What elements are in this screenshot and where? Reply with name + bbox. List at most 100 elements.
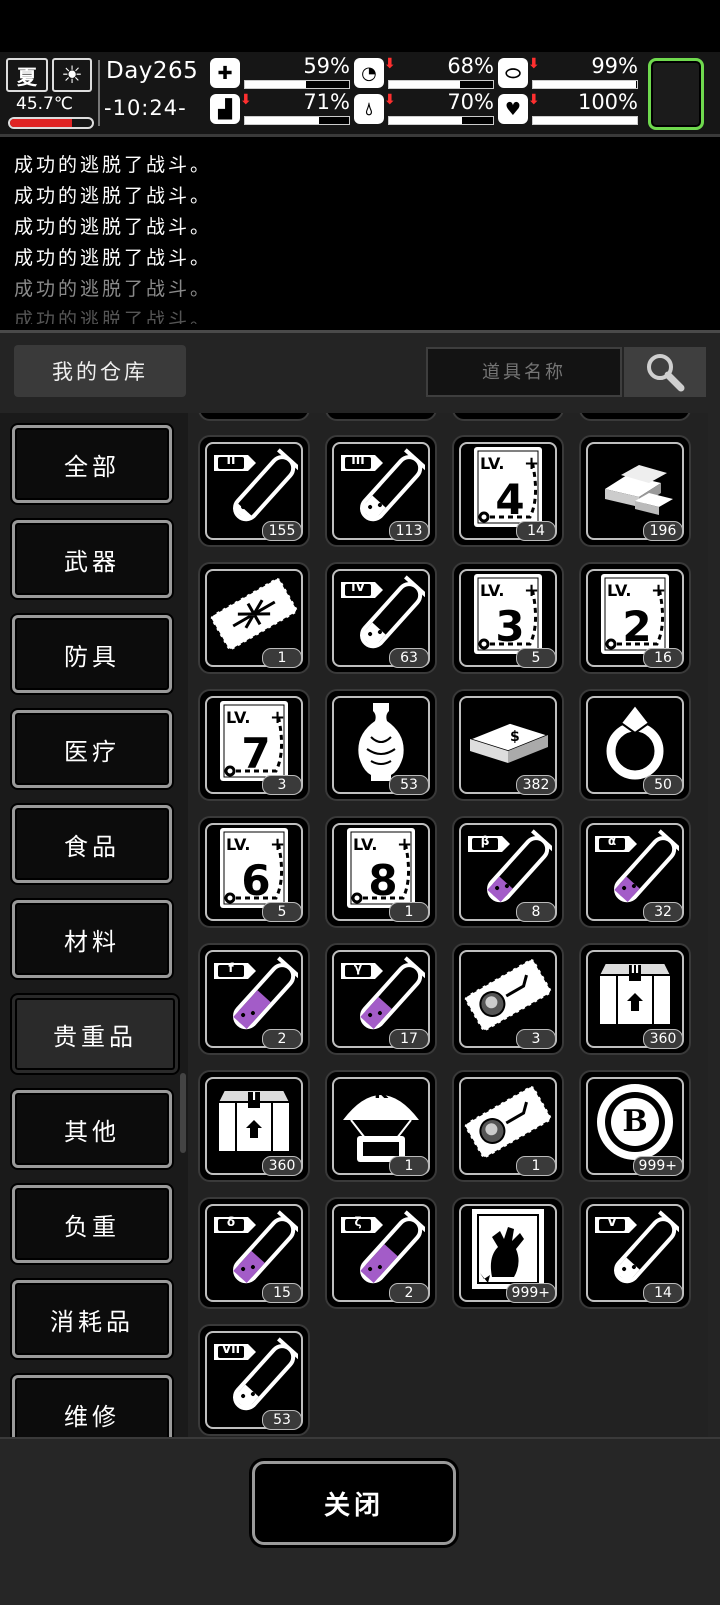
- log-line: 成功的逃脱了战斗。: [14, 154, 213, 176]
- item-slot[interactable]: K 1: [325, 1070, 437, 1182]
- item-tag: B: [622, 1104, 648, 1139]
- category-tab[interactable]: 医疗: [12, 710, 172, 788]
- item-slot[interactable]: II 155: [198, 435, 310, 547]
- item-slot[interactable]: IV 63: [325, 562, 437, 674]
- search-button[interactable]: [624, 347, 706, 397]
- item-tag: f: [228, 961, 234, 975]
- category-tab[interactable]: 负重: [12, 1185, 172, 1263]
- svg-text:LV.: LV.: [480, 581, 504, 600]
- item-tag: ζ: [354, 1215, 362, 1229]
- item-slot[interactable]: I 360: [198, 1070, 310, 1182]
- thermometer-bar: [8, 117, 94, 129]
- category-tab[interactable]: 消耗品: [12, 1280, 172, 1358]
- item-slot[interactable]: 1: [452, 1070, 564, 1182]
- item-slot[interactable]: [579, 413, 691, 421]
- item-count: 1: [516, 1156, 556, 1176]
- item-tag: VII: [221, 1342, 241, 1356]
- item-level: 4: [495, 475, 525, 524]
- arrow-down-icon: ⬇: [528, 92, 540, 108]
- stat-thirst: 💧︎ ⬇ 70%: [354, 90, 494, 128]
- boot-icon: ▟: [210, 94, 240, 124]
- search-input[interactable]: [426, 347, 622, 397]
- item-count: 1: [262, 648, 302, 668]
- item-slot[interactable]: α 32: [579, 816, 691, 928]
- log-line: 成功的逃脱了战斗。: [14, 185, 213, 207]
- equipment-slot[interactable]: [648, 58, 704, 130]
- item-count: 63: [389, 648, 429, 668]
- item-count: 32: [643, 902, 683, 922]
- category-tab[interactable]: 其他: [12, 1090, 172, 1168]
- item-slot[interactable]: B 999+: [579, 1070, 691, 1182]
- item-grid: II 155 III 113 LV. + 4 14 196 1 IV 63 LV…: [188, 413, 708, 1437]
- item-count: 360: [262, 1156, 302, 1176]
- item-slot[interactable]: LV. + 7 3: [198, 689, 310, 801]
- category-tab[interactable]: 贵重品: [12, 995, 178, 1073]
- item-count: 1: [389, 1156, 429, 1176]
- warehouse-title: 我的仓库: [14, 345, 186, 397]
- heart-icon: ♥: [498, 94, 528, 124]
- svg-text:LV.: LV.: [226, 835, 250, 854]
- item-slot[interactable]: LV. + 4 14: [452, 435, 564, 547]
- item-count: 50: [643, 775, 683, 795]
- close-button[interactable]: 关闭: [252, 1461, 456, 1545]
- log-line: 成功的逃脱了战斗。: [14, 216, 213, 238]
- temperature-readout: 45.7℃: [16, 94, 73, 114]
- item-slot[interactable]: VII 53: [198, 1324, 310, 1436]
- item-tag: γ: [353, 961, 363, 975]
- item-count: 2: [262, 1029, 302, 1049]
- item-slot[interactable]: 1: [198, 562, 310, 674]
- item-count: 15: [262, 1283, 302, 1303]
- category-tab[interactable]: 材料: [12, 900, 172, 978]
- item-slot[interactable]: LV. + 8 1: [325, 816, 437, 928]
- category-scrollbar[interactable]: [180, 1073, 186, 1153]
- category-tab[interactable]: 武器: [12, 520, 172, 598]
- item-slot[interactable]: $ 382: [452, 689, 564, 801]
- warehouse-panel: 我的仓库 全部武器防具医疗食品材料贵重品其他负重消耗品维修 II 155: [0, 330, 720, 1605]
- item-tag: IV: [351, 580, 365, 594]
- item-slot[interactable]: V 14: [579, 1197, 691, 1309]
- category-list: 全部武器防具医疗食品材料贵重品其他负重消耗品维修: [0, 413, 188, 1437]
- item-tag: K: [374, 1082, 388, 1103]
- sun-icon: ☀: [52, 58, 92, 92]
- item-count: 196: [643, 521, 683, 541]
- item-count: 155: [262, 521, 302, 541]
- category-tab[interactable]: 防具: [12, 615, 172, 693]
- item-count: 2: [389, 1283, 429, 1303]
- stat-mood: ♥ ⬇ 100%: [498, 90, 638, 128]
- item-slot[interactable]: LV. + 3 5: [452, 562, 564, 674]
- category-tab[interactable]: 全部: [12, 425, 172, 503]
- item-slot[interactable]: f 2: [198, 943, 310, 1055]
- item-count: 53: [389, 775, 429, 795]
- arrow-down-icon: ⬇: [528, 56, 540, 72]
- item-slot[interactable]: LV. + 6 5: [198, 816, 310, 928]
- item-slot[interactable]: LV. + 2 16: [579, 562, 691, 674]
- item-tag: β: [480, 834, 490, 848]
- item-count: 53: [262, 1410, 302, 1430]
- item-slot[interactable]: [325, 413, 437, 421]
- item-slot[interactable]: [198, 413, 310, 421]
- item-slot[interactable]: β 8: [452, 816, 564, 928]
- arrow-down-icon: ⬇: [240, 92, 252, 108]
- item-count: 5: [516, 648, 556, 668]
- item-slot[interactable]: III 113: [325, 435, 437, 547]
- item-slot[interactable]: 3: [452, 943, 564, 1055]
- item-slot[interactable]: 50: [579, 689, 691, 801]
- log-line: 成功的逃脱了战斗。: [14, 278, 213, 300]
- item-tag: II: [630, 963, 640, 976]
- item-slot[interactable]: γ 17: [325, 943, 437, 1055]
- item-slot[interactable]: [452, 413, 564, 421]
- item-slot[interactable]: 999+: [452, 1197, 564, 1309]
- category-tab[interactable]: 维修: [12, 1375, 172, 1437]
- item-slot[interactable]: δ 15: [198, 1197, 310, 1309]
- status-bar: 夏 ☀ 45.7℃ Day265 -10:24- ✚ 59% ◔ ⬇ 68% ⬭…: [0, 52, 720, 137]
- svg-text:+: +: [270, 834, 285, 855]
- search-icon: [647, 354, 685, 392]
- medkit-icon: ✚: [210, 58, 240, 88]
- svg-text:$: $: [510, 729, 520, 745]
- item-slot[interactable]: 196: [579, 435, 691, 547]
- category-tab[interactable]: 食品: [12, 805, 172, 883]
- item-slot[interactable]: II 360: [579, 943, 691, 1055]
- bottom-bar: 关闭: [0, 1437, 720, 1605]
- item-slot[interactable]: ζ 2: [325, 1197, 437, 1309]
- item-slot[interactable]: 53: [325, 689, 437, 801]
